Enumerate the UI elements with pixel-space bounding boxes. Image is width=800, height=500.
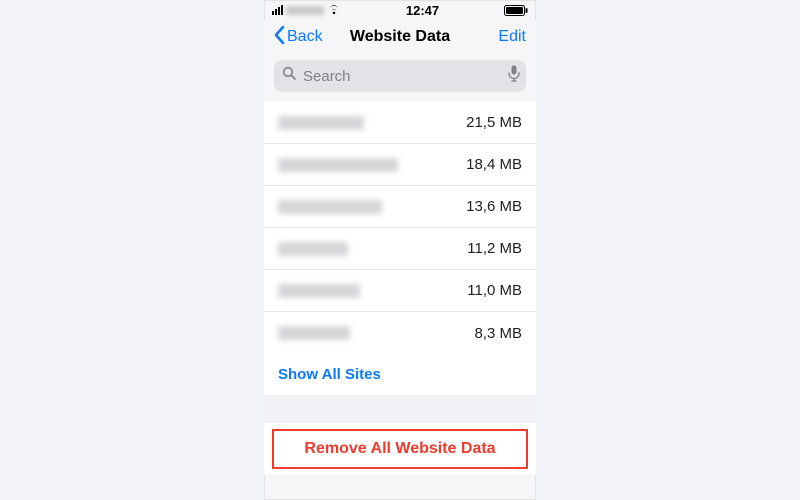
status-bar: 12:47 [264, 0, 536, 20]
site-row[interactable]: 13,6 MB [264, 186, 536, 228]
status-time: 12:47 [406, 3, 439, 18]
remove-all-website-data-button[interactable]: Remove All Website Data [272, 429, 528, 469]
wifi-icon [327, 5, 341, 15]
site-size: 8,3 MB [474, 325, 522, 342]
site-domain [278, 158, 398, 172]
remove-section: Remove All Website Data [264, 423, 536, 475]
search-icon [282, 66, 297, 86]
battery-icon [504, 5, 528, 16]
cell-signal-icon [272, 5, 283, 15]
site-row[interactable]: 11,2 MB [264, 228, 536, 270]
site-size: 18,4 MB [466, 156, 522, 173]
stage: 12:47 Back Website Data Edit [0, 0, 800, 500]
site-domain [278, 200, 382, 214]
site-size: 11,0 MB [467, 282, 522, 299]
site-size: 11,2 MB [467, 240, 522, 257]
site-size: 13,6 MB [466, 198, 522, 215]
status-right [504, 5, 528, 16]
site-domain [278, 116, 364, 130]
search-field[interactable] [274, 60, 526, 92]
site-domain [278, 326, 350, 340]
site-list: 21,5 MB 18,4 MB 13,6 MB 11,2 MB 11,0 MB 8,3 M… [264, 102, 536, 354]
section-gap [264, 395, 536, 423]
site-row[interactable]: 18,4 MB [264, 144, 536, 186]
phone-frame: 12:47 Back Website Data Edit [264, 0, 536, 500]
carrier-name [286, 6, 324, 15]
search-wrap [264, 54, 536, 102]
microphone-icon[interactable] [508, 65, 520, 87]
back-button[interactable]: Back [274, 26, 323, 49]
status-left [272, 5, 341, 15]
site-domain [278, 242, 348, 256]
show-all-sites-button[interactable]: Show All Sites [264, 354, 536, 395]
site-domain [278, 284, 360, 298]
site-size: 21,5 MB [466, 114, 522, 131]
back-label: Back [287, 28, 323, 46]
chevron-left-icon [274, 26, 285, 49]
nav-bar: Back Website Data Edit [264, 20, 536, 54]
site-row[interactable]: 11,0 MB [264, 270, 536, 312]
edit-button[interactable]: Edit [498, 28, 526, 46]
site-row[interactable]: 8,3 MB [264, 312, 536, 354]
search-input[interactable] [303, 68, 502, 85]
site-row[interactable]: 21,5 MB [264, 102, 536, 144]
